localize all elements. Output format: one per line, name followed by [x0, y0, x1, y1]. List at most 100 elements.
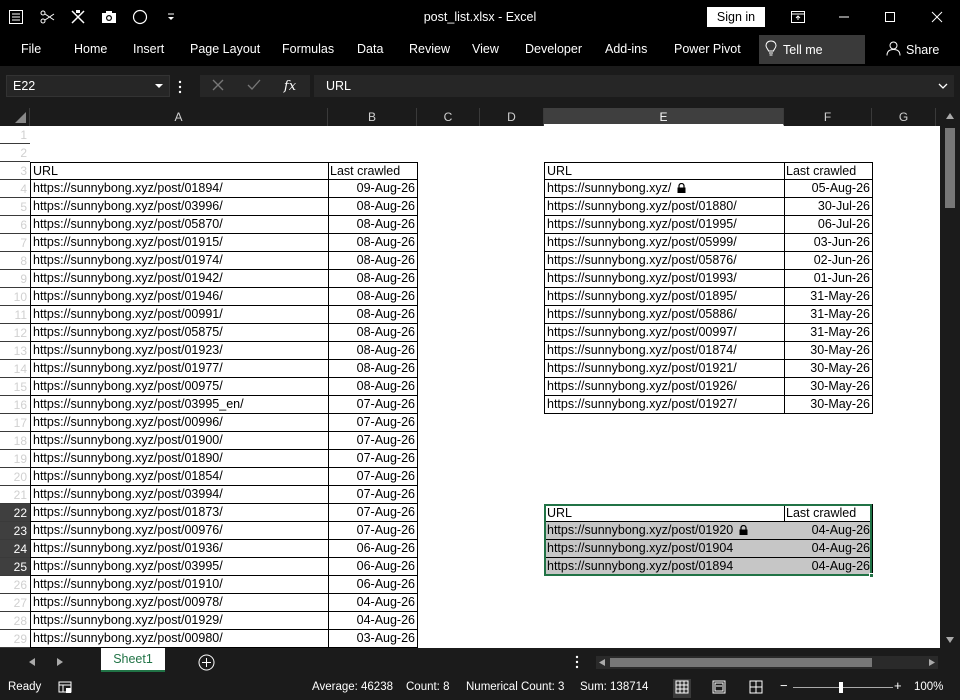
table2-cell-url[interactable]: https://sunnybong.xyz/post/01995/ — [544, 216, 785, 234]
table3-cell-date[interactable]: 04-Aug-26 — [784, 558, 873, 576]
column-header-c[interactable]: C — [417, 108, 480, 126]
table1-cell-url[interactable]: https://sunnybong.xyz/post/01929/ — [30, 612, 329, 630]
select-all-corner[interactable] — [0, 108, 30, 126]
tab-data[interactable]: Data — [357, 42, 383, 56]
table1-cell-date[interactable]: 06-Aug-26 — [328, 558, 418, 576]
row-header-16[interactable]: 16 — [0, 396, 30, 414]
table1-cell-url[interactable]: https://sunnybong.xyz/post/01923/ — [30, 342, 329, 360]
table1-cell-url[interactable]: https://sunnybong.xyz/post/01910/ — [30, 576, 329, 594]
form-icon[interactable] — [0, 0, 31, 34]
row-header-10[interactable]: 10 — [0, 288, 30, 306]
row-header-5[interactable]: 5 — [0, 198, 30, 216]
table1-cell-url[interactable]: https://sunnybong.xyz/post/03996/ — [30, 198, 329, 216]
vertical-scroll-thumb[interactable] — [945, 128, 955, 208]
table1-cell-date[interactable]: 08-Aug-26 — [328, 252, 418, 270]
row-header-29[interactable]: 29 — [0, 630, 30, 648]
row-header-7[interactable]: 7 — [0, 234, 30, 252]
horizontal-scroll-thumb[interactable] — [610, 658, 872, 667]
row-header-6[interactable]: 6 — [0, 216, 30, 234]
customize-toolbar-icon[interactable] — [155, 0, 186, 34]
status-sum[interactable]: Sum: 138714 — [580, 681, 648, 693]
table3-header-url[interactable]: URL — [544, 504, 785, 522]
table3-header-last-crawled[interactable]: Last crawled — [784, 504, 873, 522]
table2-cell-date[interactable]: 03-Jun-26 — [784, 234, 873, 252]
status-count[interactable]: Count: 8 — [406, 681, 449, 693]
table3-cell-date[interactable]: 04-Aug-26 — [784, 540, 873, 558]
table1-cell-url[interactable]: https://sunnybong.xyz/post/01890/ — [30, 450, 329, 468]
row-header-26[interactable]: 26 — [0, 576, 30, 594]
table1-cell-date[interactable]: 07-Aug-26 — [328, 522, 418, 540]
table1-cell-url[interactable]: https://sunnybong.xyz/post/01915/ — [30, 234, 329, 252]
page-break-view-icon[interactable] — [749, 680, 763, 697]
table3-cell-url[interactable]: https://sunnybong.xyz/post/01894 — [544, 558, 785, 576]
table1-cell-date[interactable]: 07-Aug-26 — [328, 468, 418, 486]
row-header-9[interactable]: 9 — [0, 270, 30, 288]
table2-cell-date[interactable]: 06-Jul-26 — [784, 216, 873, 234]
table1-cell-date[interactable]: 08-Aug-26 — [328, 306, 418, 324]
table2-cell-url[interactable]: https://sunnybong.xyz/post/01927/ — [544, 396, 785, 414]
add-sheet-icon[interactable] — [198, 654, 215, 671]
row-header-1[interactable]: 1 — [0, 126, 30, 144]
table1-cell-date[interactable]: 08-Aug-26 — [328, 234, 418, 252]
minimize-icon[interactable] — [821, 0, 867, 34]
table1-cell-url[interactable]: https://sunnybong.xyz/post/01942/ — [30, 270, 329, 288]
row-header-2[interactable]: 2 — [0, 144, 30, 162]
table1-cell-date[interactable]: 07-Aug-26 — [328, 432, 418, 450]
normal-view-icon[interactable] — [673, 679, 691, 698]
table1-cell-url[interactable]: https://sunnybong.xyz/post/01974/ — [30, 252, 329, 270]
close-icon[interactable] — [914, 0, 960, 34]
ribbon-display-options-icon[interactable] — [775, 0, 821, 34]
table1-cell-url[interactable]: https://sunnybong.xyz/post/01873/ — [30, 504, 329, 522]
column-header-d[interactable]: D — [480, 108, 544, 126]
table1-cell-date[interactable]: 07-Aug-26 — [328, 486, 418, 504]
horizontal-scrollbar[interactable] — [596, 656, 938, 669]
row-header-20[interactable]: 20 — [0, 468, 30, 486]
table2-cell-url[interactable]: https://sunnybong.xyz/post/05999/ — [544, 234, 785, 252]
table1-cell-date[interactable]: 08-Aug-26 — [328, 270, 418, 288]
table1-cell-date[interactable]: 04-Aug-26 — [328, 612, 418, 630]
table1-header-url[interactable]: URL — [30, 162, 329, 180]
table2-cell-url[interactable]: https://sunnybong.xyz/post/05886/ — [544, 306, 785, 324]
row-header-25[interactable]: 25 — [0, 558, 30, 576]
table2-cell-url[interactable]: https://sunnybong.xyz/post/01895/ — [544, 288, 785, 306]
status-average[interactable]: Average: 46238 — [312, 681, 393, 693]
table1-cell-url[interactable]: https://sunnybong.xyz/post/01900/ — [30, 432, 329, 450]
tab-power-pivot[interactable]: Power Pivot — [674, 42, 741, 56]
table1-cell-date[interactable]: 06-Aug-26 — [328, 540, 418, 558]
table1-cell-date[interactable]: 03-Aug-26 — [328, 630, 418, 648]
confirm-entry-icon[interactable] — [236, 78, 272, 94]
expand-formula-bar-icon[interactable] — [938, 80, 948, 94]
table2-cell-date[interactable]: 31-May-26 — [784, 306, 873, 324]
vertical-scrollbar[interactable] — [940, 108, 960, 648]
scroll-up-icon[interactable] — [945, 112, 955, 120]
scroll-down-icon[interactable] — [945, 636, 955, 644]
worksheet-grid[interactable]: ABCDEFG 1 2 3 4 5 6 7 8 9 10 11 12 13 14 15 16 17 18 19 20 2… — [0, 108, 940, 648]
table1-cell-url[interactable]: https://sunnybong.xyz/post/00976/ — [30, 522, 329, 540]
row-header-23[interactable]: 23 — [0, 522, 30, 540]
column-header-f[interactable]: F — [784, 108, 872, 126]
sign-in-button[interactable]: Sign in — [707, 7, 765, 27]
table1-cell-url[interactable]: https://sunnybong.xyz/post/00991/ — [30, 306, 329, 324]
row-header-19[interactable]: 19 — [0, 450, 30, 468]
table1-cell-date[interactable]: 08-Aug-26 — [328, 324, 418, 342]
table1-cell-url[interactable]: https://sunnybong.xyz/post/01936/ — [30, 540, 329, 558]
table1-cell-date[interactable]: 08-Aug-26 — [328, 360, 418, 378]
row-header-4[interactable]: 4 — [0, 180, 30, 198]
cut-icon[interactable] — [31, 0, 62, 34]
scroll-left-icon[interactable] — [598, 658, 606, 667]
table1-cell-url[interactable]: https://sunnybong.xyz/post/03995_en/ — [30, 396, 329, 414]
insert-function-icon[interactable]: fx — [272, 79, 308, 94]
sheet-options-icon[interactable] — [575, 655, 579, 669]
row-header-11[interactable]: 11 — [0, 306, 30, 324]
tab-view[interactable]: View — [472, 42, 499, 56]
zoom-in-icon[interactable]: + — [894, 678, 902, 693]
table1-cell-date[interactable]: 07-Aug-26 — [328, 414, 418, 432]
tab-formulas[interactable]: Formulas — [282, 42, 334, 56]
table2-header-last-crawled[interactable]: Last crawled — [784, 162, 873, 180]
tab-file[interactable]: File — [21, 42, 41, 56]
table1-cell-url[interactable]: https://sunnybong.xyz/post/01977/ — [30, 360, 329, 378]
cancel-entry-icon[interactable] — [200, 78, 236, 94]
table2-cell-url[interactable]: https://sunnybong.xyz/post/01993/ — [544, 270, 785, 288]
row-header-27[interactable]: 27 — [0, 594, 30, 612]
column-header-b[interactable]: B — [328, 108, 417, 126]
